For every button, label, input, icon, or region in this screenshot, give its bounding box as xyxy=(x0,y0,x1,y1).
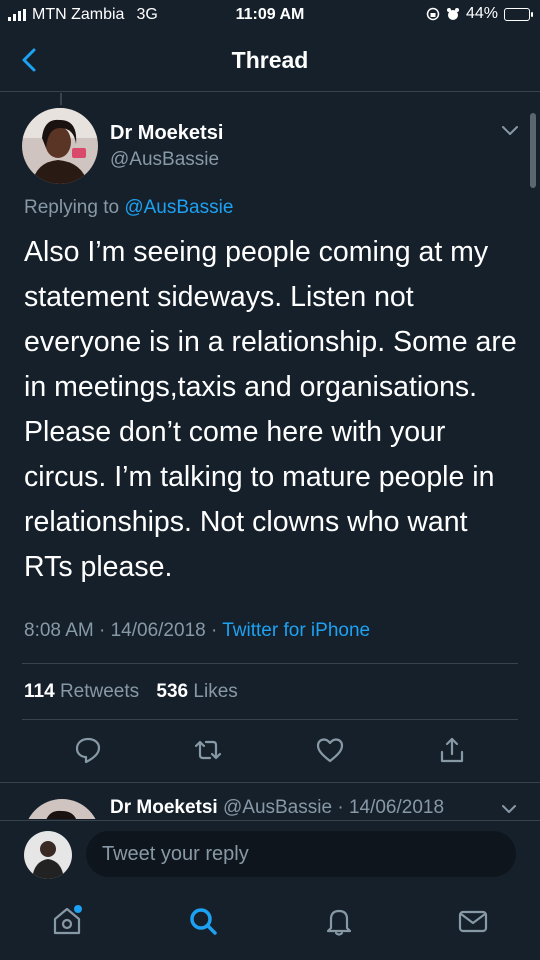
retweets-stat[interactable]: 114 Retweets xyxy=(24,681,139,702)
search-icon[interactable] xyxy=(186,904,220,938)
avatar-image xyxy=(22,108,98,184)
status-bar: MTN Zambia 3G 11:09 AM 44% xyxy=(0,0,540,30)
author-handle[interactable]: @AusBassie xyxy=(223,797,332,818)
author-name[interactable]: Dr Moeketsi xyxy=(110,122,223,145)
tab-bar xyxy=(0,884,540,960)
reply-bar xyxy=(0,820,540,884)
tweet-date: 14/06/2018 xyxy=(110,620,206,641)
retweets-label: Retweets xyxy=(59,681,140,702)
thread-connector xyxy=(60,93,62,105)
likes-label: Likes xyxy=(193,681,238,702)
share-icon[interactable] xyxy=(437,735,467,765)
reply-mention-link[interactable]: @AusBassie xyxy=(124,197,233,218)
tweet-date: 14/06/2018 xyxy=(348,797,445,818)
next-tweet[interactable]: Dr Moeketsi @AusBassie · 14/06/2018 xyxy=(0,783,540,819)
retweets-count: 114 xyxy=(24,681,55,702)
tweet-text: Also I’m seeing people coming at my stat… xyxy=(24,236,517,583)
reply-input[interactable] xyxy=(86,831,516,877)
battery-percent: 44% xyxy=(465,5,498,22)
bell-icon[interactable] xyxy=(322,904,356,938)
avatar[interactable] xyxy=(22,108,98,184)
replying-to: Replying to @AusBassie xyxy=(24,197,233,219)
likes-stat[interactable]: 536 Likes xyxy=(156,681,237,702)
tweet-actions xyxy=(0,735,540,769)
reply-icon[interactable] xyxy=(73,735,103,765)
likes-count: 536 xyxy=(156,681,189,702)
chevron-down-icon[interactable] xyxy=(500,124,520,138)
avatar-image xyxy=(24,799,100,819)
scrollbar[interactable] xyxy=(530,113,536,188)
replying-prefix: Replying to xyxy=(24,197,120,218)
tweet-source-link[interactable]: Twitter for iPhone xyxy=(222,620,370,641)
battery-icon xyxy=(504,7,533,21)
page-title: Thread xyxy=(231,47,309,73)
alarm-icon xyxy=(446,8,459,20)
author-handle[interactable]: @AusBassie xyxy=(110,149,219,171)
divider xyxy=(22,719,518,720)
avatar-image xyxy=(24,831,72,879)
tweet-meta: 8:08 AM · 14/06/2018 · Twitter for iPhon… xyxy=(24,620,371,641)
mail-icon[interactable] xyxy=(456,904,490,938)
next-tweet-header: Dr Moeketsi @AusBassie · 14/06/2018 xyxy=(110,797,445,818)
notification-dot xyxy=(74,905,82,913)
retweet-icon[interactable] xyxy=(193,735,223,765)
divider xyxy=(22,663,518,664)
author-name[interactable]: Dr Moeketsi xyxy=(110,797,218,818)
chevron-down-icon[interactable] xyxy=(500,803,518,815)
tweet-stats: 114 Retweets 536 Likes xyxy=(24,681,238,703)
nav-header: Thread xyxy=(0,30,540,92)
avatar[interactable] xyxy=(24,831,72,879)
lock-rotation-icon xyxy=(426,7,440,21)
tweet-time: 8:08 AM xyxy=(24,620,94,641)
avatar[interactable] xyxy=(24,799,100,819)
heart-icon[interactable] xyxy=(315,735,345,765)
